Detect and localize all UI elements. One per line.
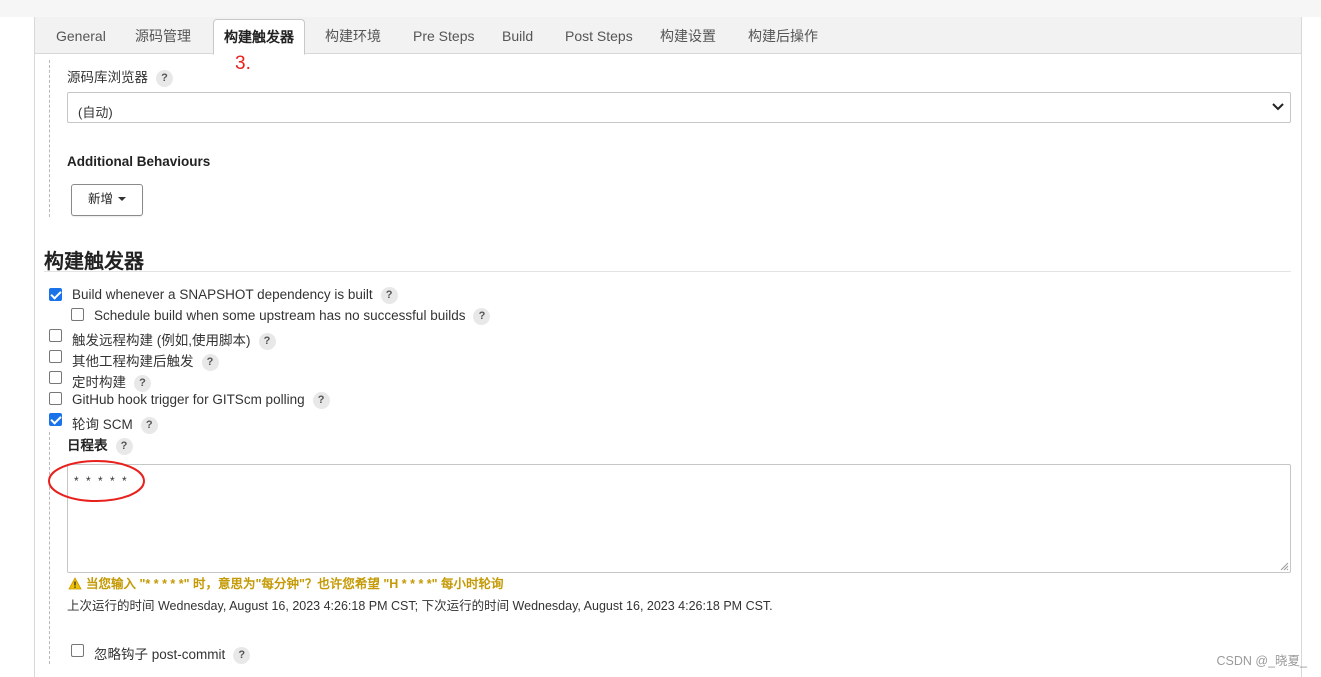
tab-build-triggers[interactable]: 构建触发器 (213, 19, 305, 55)
checkbox-timed-build[interactable] (49, 371, 62, 384)
help-icon[interactable]: ? (201, 354, 219, 371)
help-icon[interactable]: ? (134, 375, 151, 392)
help-icon[interactable]: ? (473, 308, 491, 325)
cron-warning: 当您输入 "* * * * *" 时，意思为"每分钟"？也许您希望 "H * *… (68, 573, 504, 592)
trigger-label-remote: 触发远程构建 (例如,使用脚本)? (72, 329, 276, 350)
help-icon[interactable]: ? (156, 70, 173, 87)
tab-post-build-actions[interactable]: 构建后操作 (748, 17, 818, 54)
help-icon[interactable]: ? (115, 438, 133, 455)
checkbox-snapshot-dependency[interactable] (49, 288, 62, 301)
add-behaviour-button[interactable]: 新增 (71, 184, 143, 216)
checkbox-after-other-projects[interactable] (49, 350, 62, 363)
checkbox-github-hook[interactable] (49, 392, 62, 405)
trigger-label-timed: 定时构建? (72, 371, 151, 392)
repo-browser-select[interactable]: (自动) (67, 92, 1291, 123)
warning-icon (68, 577, 82, 590)
section-title-build-triggers: 构建触发器 (44, 251, 144, 273)
repo-browser-value: (自动) (78, 105, 113, 120)
scm-section-border (49, 60, 50, 217)
warning-text: 当您输入 "* * * * *" 时，意思为"每分钟"？也许您希望 "H * *… (86, 577, 504, 591)
checkbox-schedule-upstream[interactable] (71, 308, 84, 321)
tab-source-management[interactable]: 源码管理 (135, 17, 191, 54)
additional-behaviours-heading: Additional Behaviours (67, 154, 211, 169)
tab-bar: General 源码管理 构建触发器 构建环境 Pre Steps Build … (35, 17, 1301, 55)
trigger-label-snapshot: Build whenever a SNAPSHOT dependency is … (72, 287, 398, 304)
help-icon[interactable]: ? (312, 392, 330, 409)
tab-build-environment[interactable]: 构建环境 (325, 17, 381, 54)
schedule-textarea[interactable]: * * * * * (67, 464, 1291, 573)
tab-build[interactable]: Build (502, 17, 533, 54)
trigger-label-github-hook: GitHub hook trigger for GITScm polling? (72, 392, 330, 409)
help-icon[interactable]: ? (258, 333, 276, 350)
top-bar (0, 0, 1321, 17)
run-time-info: 上次运行的时间 Wednesday, August 16, 2023 4:26:… (67, 599, 773, 613)
annotation-circle (48, 460, 145, 502)
help-icon[interactable]: ? (233, 647, 251, 664)
tab-pre-steps[interactable]: Pre Steps (413, 17, 474, 54)
trigger-label-upstream: Schedule build when some upstream has no… (94, 308, 491, 325)
trigger-label-poll-scm: 轮询 SCM? (72, 413, 158, 434)
chevron-down-icon (1272, 103, 1284, 111)
repo-browser-label: 源码库浏览器? (67, 66, 173, 87)
help-icon[interactable]: ? (380, 287, 398, 304)
section-divider (44, 271, 1291, 272)
trigger-label-after-other: 其他工程构建后触发? (72, 350, 219, 371)
tab-post-steps[interactable]: Post Steps (565, 17, 633, 54)
tab-build-settings[interactable]: 构建设置 (660, 17, 716, 54)
tab-general[interactable]: General (56, 17, 106, 54)
add-button-label: 新增 (87, 192, 113, 206)
watermark: CSDN @_晓夏_ (1216, 654, 1308, 668)
caret-down-icon (118, 197, 126, 201)
resize-grip-icon[interactable] (1279, 561, 1289, 571)
checkbox-poll-scm[interactable] (49, 413, 62, 426)
ignore-hooks-label: 忽略钩子 post-commit? (94, 643, 251, 664)
checkbox-remote-trigger[interactable] (49, 329, 62, 342)
annotation-number: 3. (235, 53, 251, 74)
checkbox-ignore-post-commit[interactable] (71, 644, 84, 657)
help-icon[interactable]: ? (140, 417, 158, 434)
schedule-label: 日程表? (67, 434, 133, 455)
